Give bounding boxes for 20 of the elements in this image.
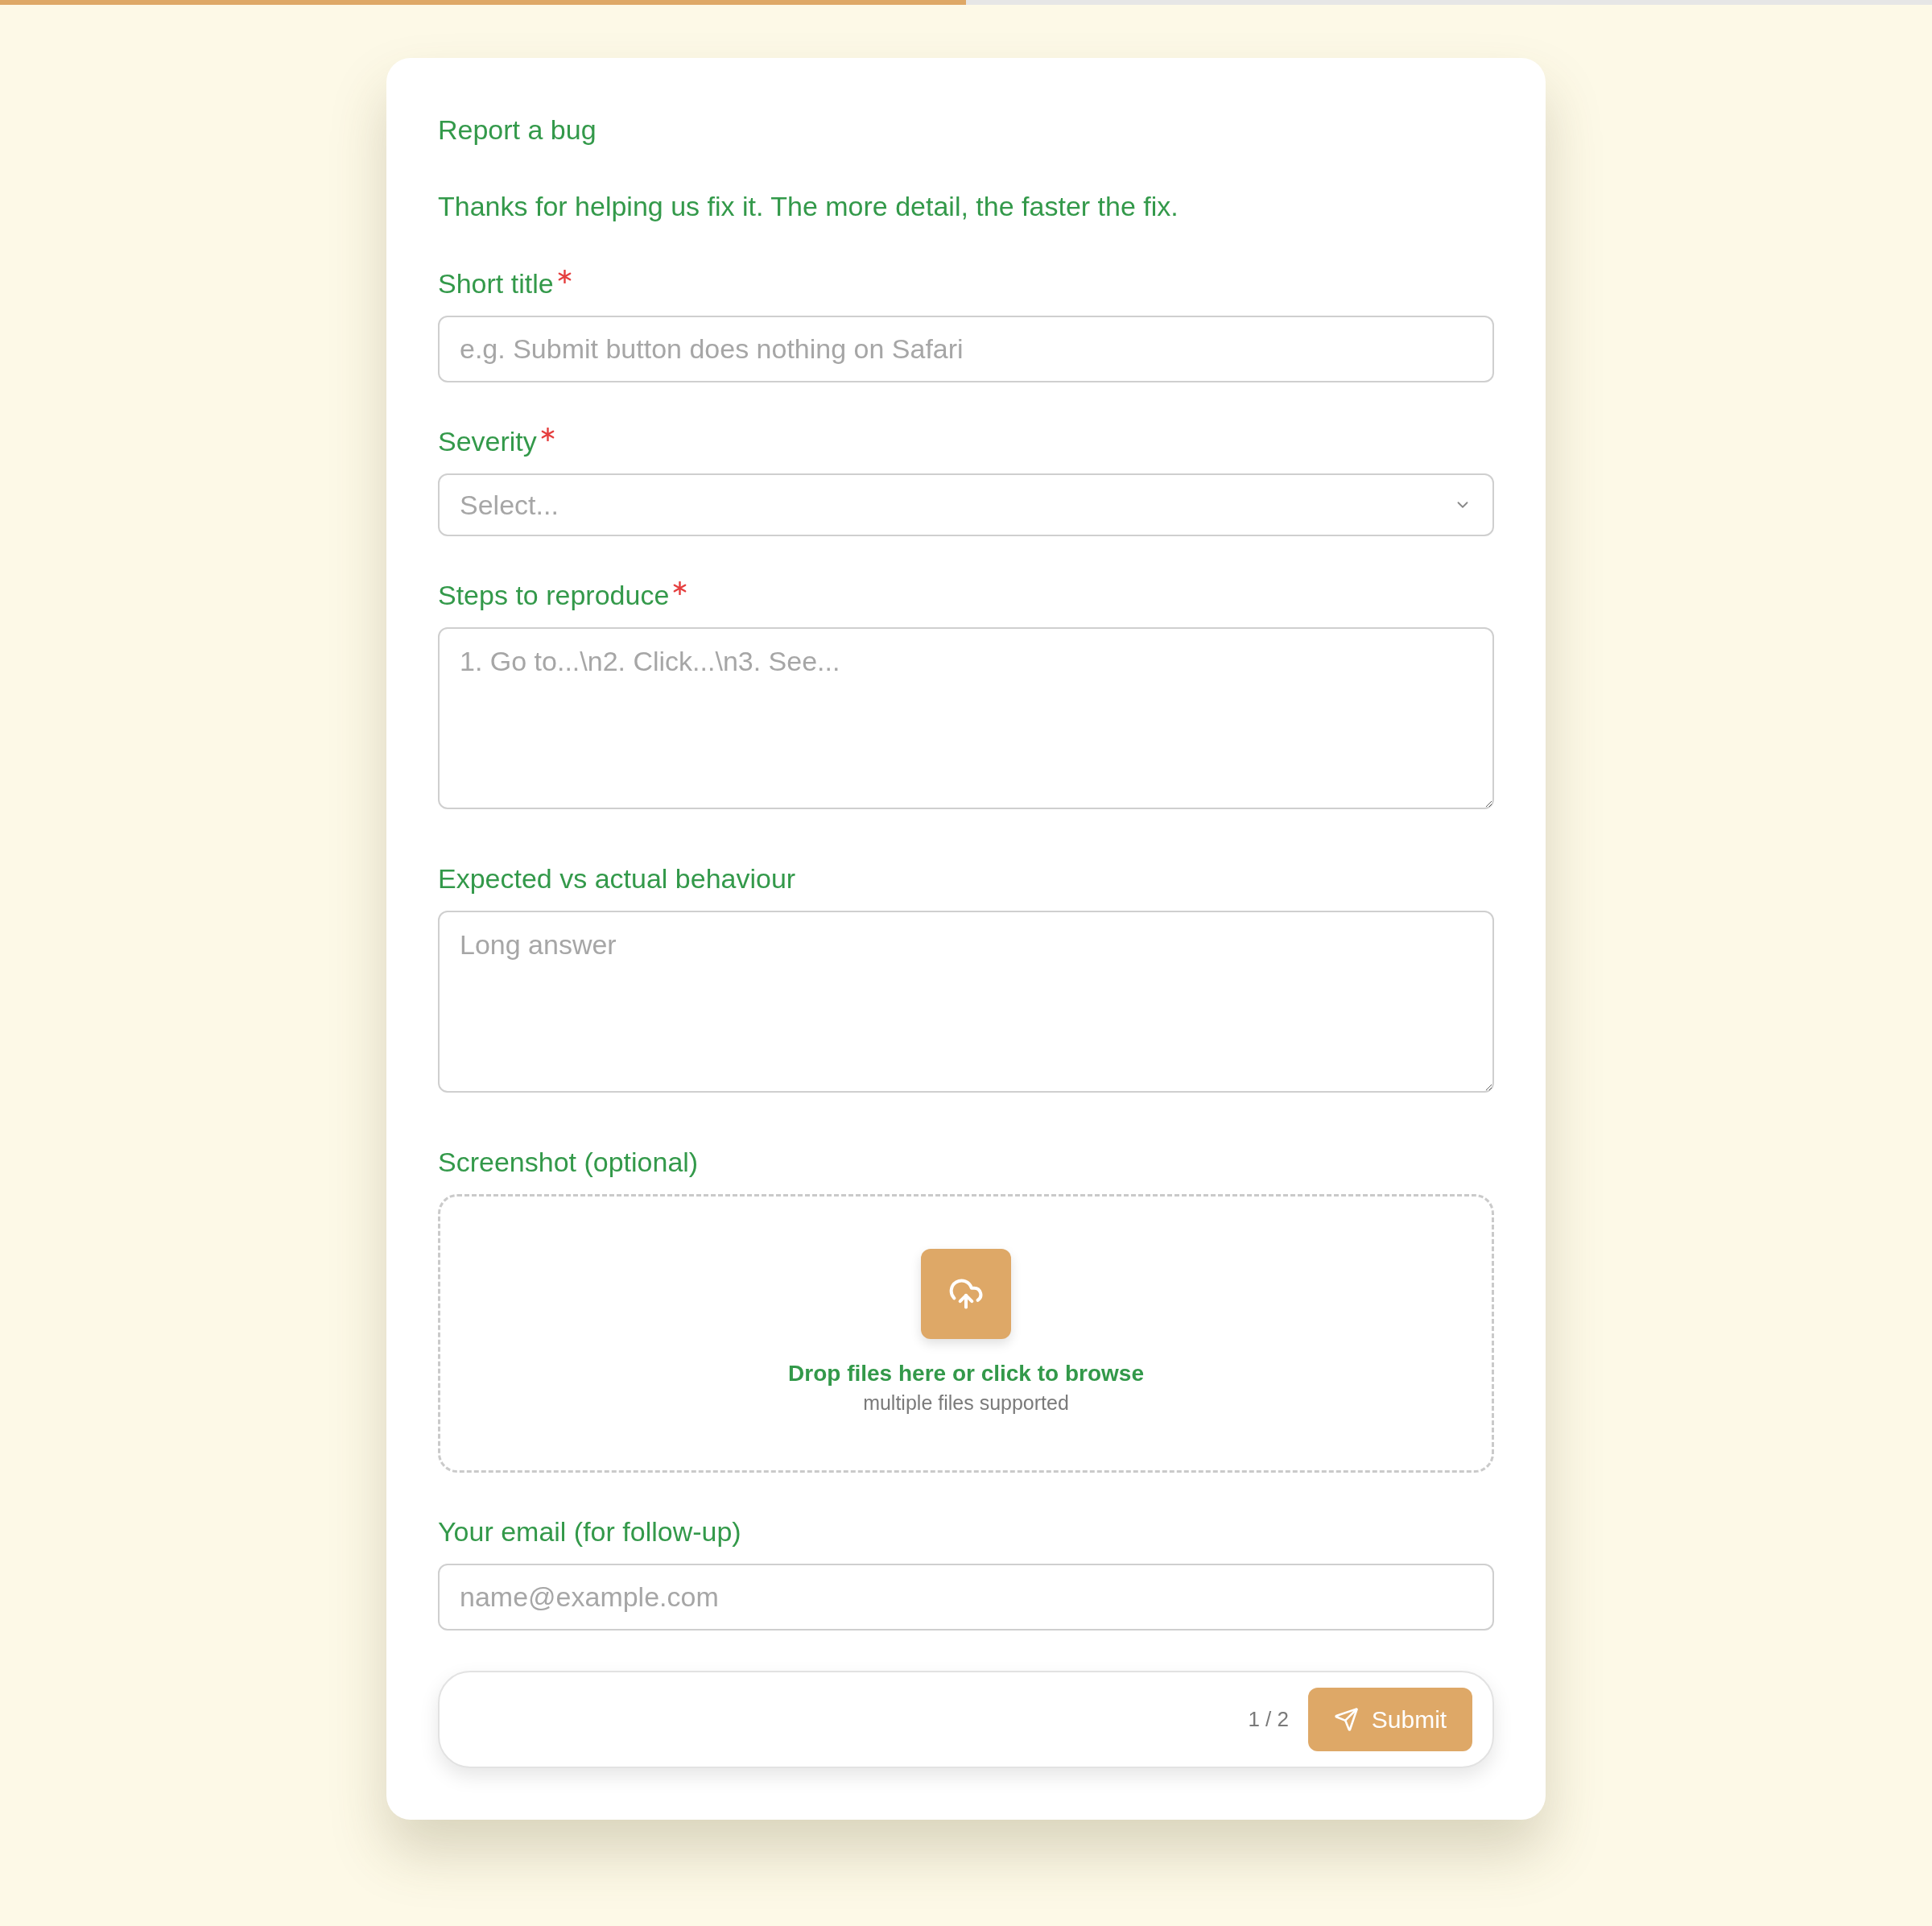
text-area-field[interactable]: 1. Go to...\n2. Click...\n3. See...: [438, 627, 1494, 809]
send-icon: [1333, 1707, 1359, 1732]
cloud-upload-icon: [921, 1249, 1011, 1339]
drop-prompt: Drop files here or click to browse: [788, 1360, 1144, 1387]
field-label: Screenshot (optional): [438, 1146, 699, 1179]
drop-hint: multiple files supported: [863, 1391, 1069, 1415]
page-counter: 1 / 2: [1248, 1706, 1289, 1733]
email-input-field[interactable]: name@example.com: [438, 1564, 1494, 1630]
form-title: Report a bug: [438, 114, 597, 147]
dropdown-field[interactable]: Select...: [438, 473, 1494, 536]
text-input-field[interactable]: e.g. Submit button does nothing on Safari: [438, 316, 1494, 382]
field-label: Short title: [438, 267, 554, 300]
submit-button[interactable]: Submit: [1308, 1688, 1472, 1751]
text-area-field[interactable]: Long answer: [438, 911, 1494, 1093]
file-drop-zone[interactable]: Drop files here or click to browse multiple files supported: [438, 1194, 1494, 1473]
field-label: Severity: [438, 425, 537, 458]
field-label: Expected vs actual behaviour: [438, 862, 796, 895]
form-description: Thanks for helping us fix it. The more detail, the faster the fix.: [438, 190, 1179, 223]
field-label: Your email (for follow-up): [438, 1515, 741, 1548]
field-label: Steps to reproduce: [438, 579, 670, 612]
